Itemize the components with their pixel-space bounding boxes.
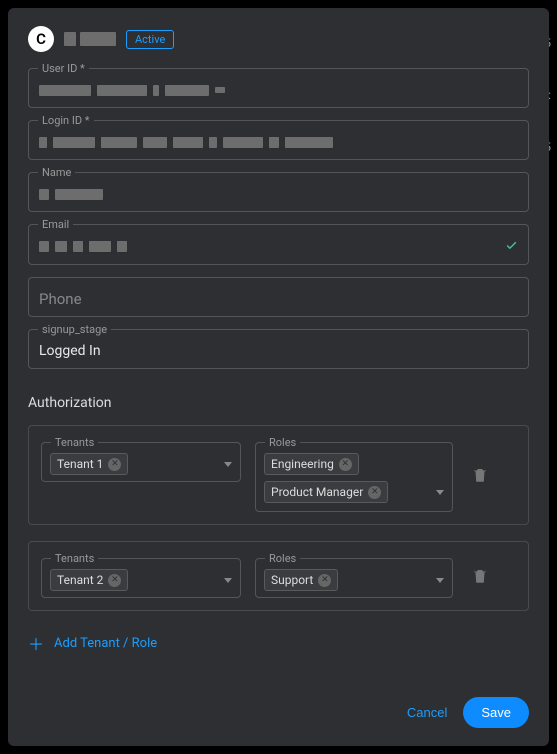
field-label: Email [38, 218, 73, 231]
field-label: Tenants [51, 436, 98, 449]
authorization-heading: Authorization [28, 395, 529, 411]
tenants-select[interactable]: Tenants Tenant 2 ✕ [41, 558, 241, 598]
cancel-button[interactable]: Cancel [407, 705, 447, 720]
login-id-field[interactable]: Login ID * [28, 120, 529, 160]
chevron-down-icon [436, 490, 444, 495]
field-label: Roles [265, 436, 300, 449]
email-field[interactable]: Email [28, 224, 529, 265]
field-label: signup_stage [38, 323, 111, 336]
field-label: User ID * [38, 62, 89, 75]
name-field[interactable]: Name [28, 172, 529, 212]
email-value [39, 241, 505, 252]
chip-label: Tenant 1 [57, 457, 103, 471]
roles-select[interactable]: Roles Support ✕ [255, 558, 453, 598]
panel-header: C Active [28, 26, 529, 52]
login-id-value [39, 137, 518, 148]
role-chip[interactable]: Engineering ✕ [264, 453, 359, 475]
tenant-chip[interactable]: Tenant 1 ✕ [50, 453, 128, 475]
add-label: Add Tenant / Role [54, 636, 157, 651]
auth-row: Tenants Tenant 2 ✕ Roles Support ✕ [28, 541, 529, 611]
user-edit-panel: C Active User ID * Login ID * [8, 8, 549, 746]
chip-label: Engineering [271, 457, 334, 471]
avatar: C [28, 26, 54, 52]
name-value [39, 189, 518, 200]
user-id-value [39, 85, 518, 96]
field-label: Login ID * [38, 114, 94, 127]
chip-label: Support [271, 573, 313, 587]
chevron-down-icon [224, 462, 232, 467]
remove-chip-icon[interactable]: ✕ [108, 458, 121, 471]
chip-label: Product Manager [271, 485, 363, 499]
chevron-down-icon [436, 578, 444, 583]
remove-chip-icon[interactable]: ✕ [368, 486, 381, 499]
phone-placeholder: Phone [39, 290, 82, 308]
signup-stage-field[interactable]: signup_stage Logged In [28, 329, 529, 369]
tenant-chip[interactable]: Tenant 2 ✕ [50, 569, 128, 591]
status-badge: Active [126, 30, 174, 49]
remove-chip-icon[interactable]: ✕ [108, 574, 121, 587]
auth-row: Tenants Tenant 1 ✕ Roles Engineering ✕ [28, 425, 529, 525]
role-chip[interactable]: Support ✕ [264, 569, 338, 591]
roles-select[interactable]: Roles Engineering ✕ Product Manager ✕ [255, 442, 453, 512]
tenants-select[interactable]: Tenants Tenant 1 ✕ [41, 442, 241, 482]
user-name-redacted [64, 32, 116, 46]
signup-stage-value: Logged In [39, 343, 518, 359]
remove-chip-icon[interactable]: ✕ [339, 458, 352, 471]
panel-footer: Cancel Save [28, 677, 529, 728]
remove-chip-icon[interactable]: ✕ [318, 574, 331, 587]
field-label: Tenants [51, 552, 98, 565]
save-button[interactable]: Save [463, 697, 529, 728]
plus-icon: ＋ [28, 631, 44, 655]
add-tenant-role-button[interactable]: ＋ Add Tenant / Role [28, 631, 529, 655]
field-label: Roles [265, 552, 300, 565]
user-id-field[interactable]: User ID * [28, 68, 529, 108]
delete-row-button[interactable] [471, 466, 489, 488]
role-chip[interactable]: Product Manager ✕ [264, 481, 388, 503]
verified-check-icon [505, 237, 518, 256]
chip-label: Tenant 2 [57, 573, 103, 587]
delete-row-button[interactable] [471, 567, 489, 589]
chevron-down-icon [224, 578, 232, 583]
phone-field[interactable]: Phone [28, 277, 529, 317]
field-label: Name [38, 166, 75, 179]
